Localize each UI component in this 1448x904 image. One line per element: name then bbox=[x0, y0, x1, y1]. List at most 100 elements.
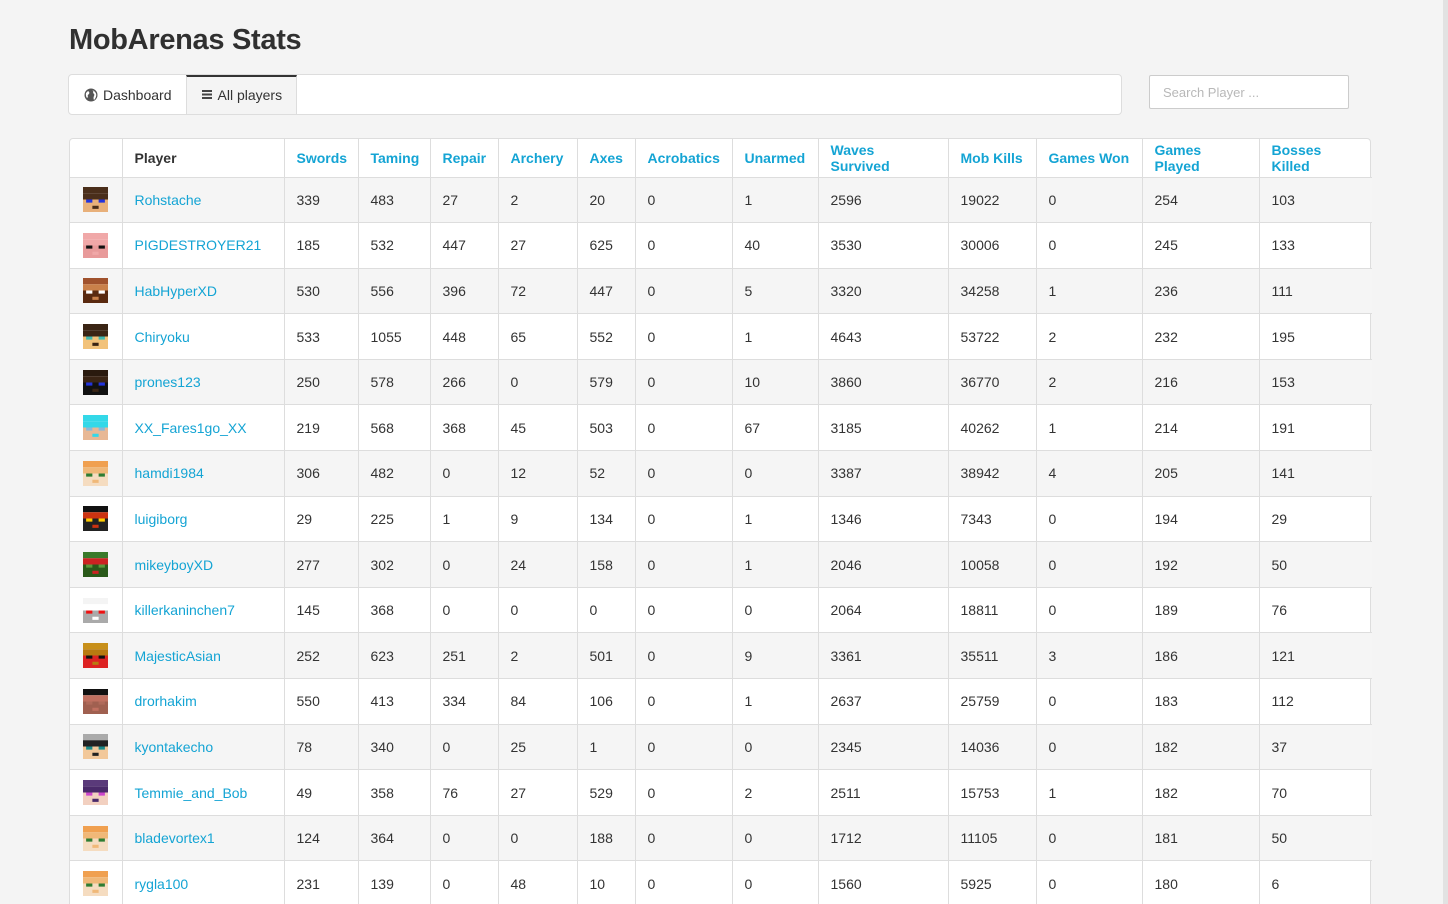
stat-cell-unarmed: 67 bbox=[732, 404, 819, 452]
player-link[interactable]: HabHyperXD bbox=[135, 283, 217, 299]
player-link[interactable]: Temmie_and_Bob bbox=[135, 785, 248, 801]
column-header-taming[interactable]: Taming bbox=[358, 139, 431, 178]
stat-cell-games-played: 216 bbox=[1142, 359, 1260, 406]
column-header-acrobatics[interactable]: Acrobatics bbox=[635, 139, 733, 178]
stat-cell-bosses-killed: 50 bbox=[1259, 815, 1372, 862]
player-avatar-icon bbox=[83, 688, 108, 714]
stat-cell-mob-kills: 15753 bbox=[948, 769, 1037, 816]
stat-cell-taming: 556 bbox=[358, 268, 431, 315]
stat-cell-mob-kills: 53722 bbox=[948, 313, 1037, 360]
stat-cell-taming: 482 bbox=[358, 450, 431, 497]
stat-cell-taming: 368 bbox=[358, 587, 431, 634]
table-row: XX_Fares1go_XX 219 568 368 45 503 0 67 3185 40262… bbox=[70, 404, 1372, 452]
stat-cell-games-played: 180 bbox=[1142, 860, 1260, 904]
player-link[interactable]: luigiborg bbox=[135, 511, 188, 527]
stat-cell-bosses-killed: 6 bbox=[1259, 860, 1372, 904]
column-header-swords[interactable]: Swords bbox=[284, 139, 359, 178]
stat-cell-waves-survived: 3361 bbox=[818, 632, 949, 680]
column-header-waves-survived[interactable]: Waves Survived bbox=[818, 139, 949, 178]
stat-cell-unarmed: 1 bbox=[732, 541, 819, 588]
avatar-cell bbox=[70, 496, 123, 543]
stat-cell-swords: 78 bbox=[284, 724, 359, 771]
stat-cell-repair: 0 bbox=[430, 541, 499, 588]
stat-cell-waves-survived: 2046 bbox=[818, 541, 949, 588]
stat-cell-taming: 483 bbox=[358, 177, 431, 224]
nav-tab-all-players[interactable]: All players bbox=[185, 75, 298, 114]
stat-cell-games-played: 186 bbox=[1142, 632, 1260, 680]
stat-cell-taming: 358 bbox=[358, 769, 431, 816]
stat-cell-games-played: 205 bbox=[1142, 450, 1260, 497]
stat-cell-archery: 65 bbox=[498, 313, 578, 360]
player-link[interactable]: Rohstache bbox=[135, 192, 202, 208]
nav-tab-dashboard-label: Dashboard bbox=[103, 86, 172, 103]
stat-cell-games-won: 2 bbox=[1036, 313, 1143, 360]
player-link[interactable]: rygla100 bbox=[135, 876, 189, 892]
player-avatar-icon bbox=[83, 324, 108, 350]
column-header-mob-kills[interactable]: Mob Kills bbox=[948, 139, 1037, 178]
stat-cell-games-won: 1 bbox=[1036, 769, 1143, 816]
stat-cell-acrobatics: 0 bbox=[635, 359, 733, 406]
player-link[interactable]: Chiryoku bbox=[135, 329, 190, 345]
column-header-games-played[interactable]: Games Played bbox=[1142, 139, 1260, 178]
stat-cell-acrobatics: 0 bbox=[635, 860, 733, 904]
page-scrollbar[interactable] bbox=[1443, 0, 1448, 904]
stat-cell-taming: 1055 bbox=[358, 313, 431, 360]
stat-cell-repair: 76 bbox=[430, 769, 499, 816]
stat-cell-mob-kills: 18811 bbox=[948, 587, 1037, 634]
column-header-bosses-killed[interactable]: Bosses Killed bbox=[1259, 139, 1372, 178]
stat-cell-repair: 368 bbox=[430, 404, 499, 452]
stat-cell-archery: 84 bbox=[498, 678, 578, 725]
stat-cell-repair: 448 bbox=[430, 313, 499, 360]
avatar-cell bbox=[70, 177, 123, 224]
stat-cell-archery: 72 bbox=[498, 268, 578, 315]
player-link[interactable]: kyontakecho bbox=[135, 739, 214, 755]
stat-cell-waves-survived: 3387 bbox=[818, 450, 949, 497]
stat-cell-bosses-killed: 29 bbox=[1259, 496, 1372, 543]
stat-cell-repair: 251 bbox=[430, 632, 499, 680]
stat-cell-bosses-killed: 153 bbox=[1259, 359, 1372, 406]
stat-cell-unarmed: 1 bbox=[732, 313, 819, 360]
column-header-axes[interactable]: Axes bbox=[577, 139, 636, 178]
stat-cell-games-won: 0 bbox=[1036, 815, 1143, 862]
player-link[interactable]: killerkaninchen7 bbox=[135, 602, 235, 618]
nav-tab-dashboard[interactable]: Dashboard bbox=[69, 75, 186, 114]
stat-cell-archery: 48 bbox=[498, 860, 578, 904]
player-avatar-icon bbox=[83, 187, 108, 213]
stat-cell-bosses-killed: 76 bbox=[1259, 587, 1372, 634]
player-link[interactable]: bladevortex1 bbox=[135, 830, 215, 846]
player-link[interactable]: MajesticAsian bbox=[135, 648, 221, 664]
stat-cell-games-won: 0 bbox=[1036, 678, 1143, 725]
stat-cell-archery: 27 bbox=[498, 769, 578, 816]
player-link[interactable]: PIGDESTROYER21 bbox=[135, 237, 262, 253]
column-header-games-won[interactable]: Games Won bbox=[1036, 139, 1143, 178]
stat-cell-games-won: 0 bbox=[1036, 177, 1143, 224]
stat-cell-acrobatics: 0 bbox=[635, 678, 733, 725]
stat-cell-swords: 533 bbox=[284, 313, 359, 360]
stat-cell-archery: 45 bbox=[498, 404, 578, 452]
stat-cell-taming: 623 bbox=[358, 632, 431, 680]
column-header-unarmed[interactable]: Unarmed bbox=[732, 139, 819, 178]
stat-cell-games-played: 232 bbox=[1142, 313, 1260, 360]
stat-cell-unarmed: 5 bbox=[732, 268, 819, 315]
stat-cell-games-won: 0 bbox=[1036, 541, 1143, 588]
table-row: HabHyperXD 530 556 396 72 447 0 5 3320 34258 1 236 1… bbox=[70, 268, 1372, 315]
player-link[interactable]: drorhakim bbox=[135, 693, 197, 709]
stat-cell-taming: 413 bbox=[358, 678, 431, 725]
stat-cell-archery: 0 bbox=[498, 815, 578, 862]
player-link[interactable]: hamdi1984 bbox=[135, 465, 204, 481]
table-row: prones123 250 578 266 0 579 0 10 3860 36770 2 216 15… bbox=[70, 359, 1372, 406]
stat-cell-mob-kills: 25759 bbox=[948, 678, 1037, 725]
search-player-input[interactable] bbox=[1149, 75, 1349, 109]
stat-cell-unarmed: 2 bbox=[732, 769, 819, 816]
stat-cell-swords: 185 bbox=[284, 222, 359, 269]
player-name-cell: mikeyboyXD bbox=[122, 541, 285, 588]
player-link[interactable]: mikeyboyXD bbox=[135, 557, 214, 573]
stat-cell-axes: 106 bbox=[577, 678, 636, 725]
stat-cell-acrobatics: 0 bbox=[635, 724, 733, 771]
stat-cell-repair: 0 bbox=[430, 724, 499, 771]
stat-cell-archery: 12 bbox=[498, 450, 578, 497]
column-header-archery[interactable]: Archery bbox=[498, 139, 578, 178]
player-link[interactable]: XX_Fares1go_XX bbox=[135, 420, 247, 436]
player-link[interactable]: prones123 bbox=[135, 374, 201, 390]
column-header-repair[interactable]: Repair bbox=[430, 139, 499, 178]
